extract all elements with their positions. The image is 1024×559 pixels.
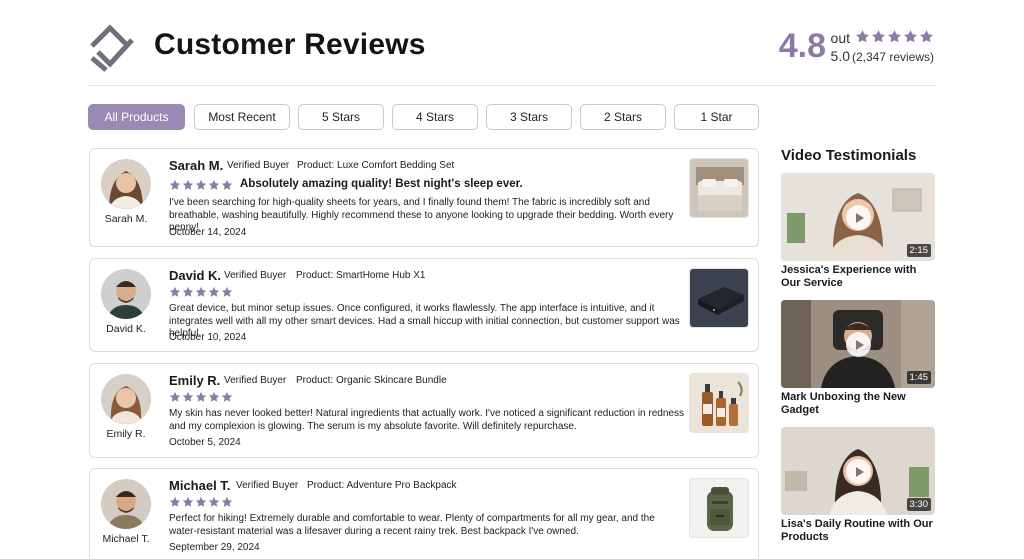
product-name: Product: Luxe Comfort Bedding Set [297,160,455,171]
star-icon [182,391,194,402]
review-count: (2,347 reviews) [851,50,934,64]
review-stars [169,391,233,403]
review-card: Emily R. Emily R. Verified Buyer Product… [89,363,759,458]
play-icon [855,339,864,350]
skincare-bottles-image[interactable] [689,373,749,433]
review-body: My skin has never looked better! Natural… [169,408,684,432]
star-icon [904,30,917,43]
review-date: October 5, 2024 [169,437,241,448]
reviewer-name: Emily R. [169,373,221,388]
reviewer-name: Sarah M. [169,158,224,173]
star-icon [208,391,220,402]
star-icon [920,30,933,43]
star-icon [182,179,194,190]
star-icon [856,30,869,43]
product-name: Product: SmartHome Hub X1 [296,270,426,281]
star-icon [208,179,220,190]
review-headline: Absolutely amazing quality! Best night's… [240,178,523,190]
smart-hub-image[interactable] [689,268,749,328]
product-name: Product: Organic Skincare Bundle [296,375,447,386]
avatar [101,479,151,529]
video-card[interactable]: 2:15 Jessica's Experience with Our Servi… [781,173,935,290]
avatar [101,159,151,209]
star-icon [169,286,181,297]
star-icon [195,391,207,402]
star-icon [872,30,885,43]
summary-stars [855,29,934,44]
star-icon [195,496,207,507]
review-date: September 29, 2024 [169,542,260,553]
video-thumbnail[interactable]: 1:45 [781,300,935,388]
bedding-image[interactable] [689,158,749,218]
rating-max: 5.0 [830,48,850,64]
star-icon [221,179,233,190]
avatar [101,374,151,424]
star-icon [208,286,220,297]
review-date: October 14, 2024 [169,227,247,238]
review-body: Perfect for hiking! Extremely durable an… [169,513,655,537]
video-testimonials-heading: Video Testimonials [781,147,917,164]
video-title[interactable]: Mark Unboxing the New Gadget [781,391,935,417]
rating-out-label: out [830,30,850,46]
filter-3-stars[interactable]: 3 Stars [486,104,572,130]
video-duration: 2:15 [906,244,931,257]
play-icon [855,212,864,223]
reviewer-name: David K. [169,268,222,283]
avatar-name: Sarah M. [104,213,148,225]
review-card: Michael T. Michael T. Verified Buyer Pro… [89,468,759,559]
review-stars [169,496,233,508]
star-icon [208,496,220,507]
verified-badge: Verified Buyer [224,270,287,281]
rating-summary: 4.8 out 5.0 (2,347 reviews) [736,26,936,66]
avatar [101,269,151,319]
filter-all-products[interactable]: All Products [88,104,185,130]
product-name: Product: Adventure Pro Backpack [307,480,457,491]
star-icon [182,286,194,297]
page-title: Customer Reviews [154,28,426,61]
page-header: Customer Reviews 4.8 out 5.0 (2,347 revi… [88,18,936,86]
brand-logo-icon[interactable] [88,20,136,72]
review-stars [169,286,233,298]
star-icon [221,286,233,297]
reviewer-name: Michael T. [169,478,231,493]
video-duration: 1:45 [906,371,931,384]
review-card: David K. David K. Verified Buyer Product… [89,258,759,352]
review-card: Sarah M. Sarah M. Verified Buyer Product… [89,148,759,247]
backpack-image[interactable] [689,478,749,538]
star-icon [182,496,194,507]
verified-badge: Verified Buyer [227,160,290,171]
video-thumbnail[interactable]: 2:15 [781,173,935,261]
star-icon [888,30,901,43]
video-title[interactable]: Jessica's Experience with Our Service [781,264,935,290]
filter-4-stars[interactable]: 4 Stars [392,104,478,130]
star-icon [195,179,207,190]
filter-2-stars[interactable]: 2 Stars [580,104,666,130]
verified-badge: Verified Buyer [224,375,287,386]
avatar-name: David K. [106,323,146,335]
video-card[interactable]: 3:30 Lisa's Daily Routine with Our Produ… [781,427,935,544]
review-date: October 10, 2024 [169,332,247,343]
star-icon [221,391,233,402]
filter-5-stars[interactable]: 5 Stars [298,104,384,130]
video-title[interactable]: Lisa's Daily Routine with Our Products [781,518,935,544]
star-icon [221,496,233,507]
avatar-name: Emily R. [106,428,146,440]
play-button[interactable] [846,332,871,357]
average-rating: 4.8 [778,27,826,65]
filter-1-star[interactable]: 1 Star [674,104,759,130]
play-button[interactable] [846,205,871,230]
star-icon [169,391,181,402]
filter-most-recent[interactable]: Most Recent [194,104,290,130]
star-icon [169,496,181,507]
video-card[interactable]: 1:45 Mark Unboxing the New Gadget [781,300,935,417]
play-icon [855,466,864,477]
video-thumbnail[interactable]: 3:30 [781,427,935,515]
verified-badge: Verified Buyer [236,480,299,491]
avatar-name: Michael T. [102,533,150,545]
star-icon [195,286,207,297]
play-button[interactable] [846,459,871,484]
video-duration: 3:30 [906,498,931,511]
star-icon [169,179,181,190]
review-stars [169,179,233,191]
